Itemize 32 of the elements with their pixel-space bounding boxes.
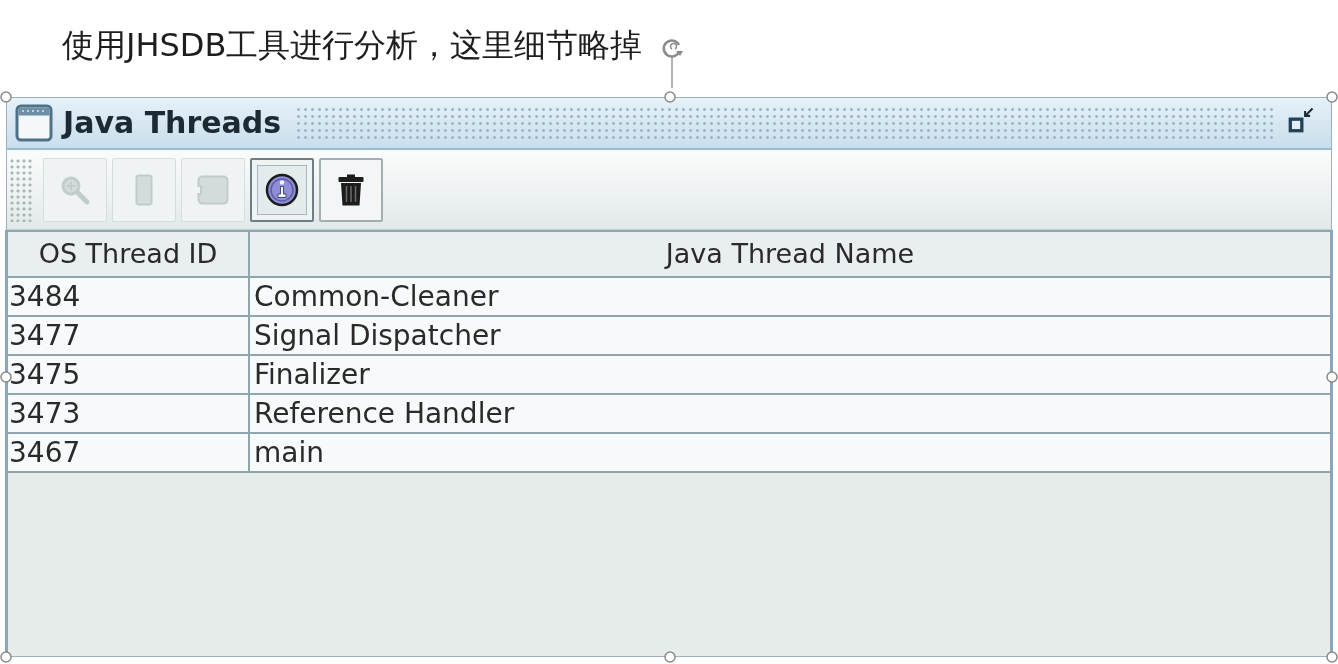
rotate-handle-icon[interactable] [660, 36, 684, 88]
resize-handle-icon[interactable] [664, 91, 676, 103]
resize-handle-icon[interactable] [0, 651, 12, 663]
block-icon [197, 174, 229, 205]
caption-text: 使用JHSDB工具进行分析，这里细节略掉 [62, 25, 643, 66]
trash-icon [338, 173, 364, 206]
panel-icon [135, 173, 153, 206]
window-title: Java Threads [63, 104, 282, 142]
table-cell: 3473 [8, 395, 250, 432]
column-header[interactable]: Java Thread Name [250, 232, 1330, 276]
magnifier-icon [60, 174, 90, 205]
table-cell: 3484 [8, 278, 250, 315]
resize-handle-icon[interactable] [1326, 371, 1338, 383]
toolbar-button[interactable] [319, 157, 383, 222]
table-cell: 3477 [8, 317, 250, 354]
resize-handle-icon[interactable] [1326, 91, 1338, 103]
toolbar-button[interactable] [250, 157, 314, 222]
table-cell: 3467 [8, 434, 250, 471]
table-cell-text: Signal Dispatcher [253, 317, 502, 354]
minimize-icon[interactable] [1287, 106, 1316, 134]
toolbar-grip[interactable] [9, 157, 33, 222]
table-cell-text: main [253, 434, 325, 471]
column-header[interactable]: OS Thread ID [8, 232, 250, 276]
table-cell-text: Reference Handler [253, 395, 516, 432]
table-cell-text: Finalizer [253, 356, 371, 393]
window-icon [15, 104, 53, 142]
resize-handle-icon[interactable] [0, 371, 12, 383]
info-icon [265, 172, 299, 207]
table-cell-text: Common-Cleaner [253, 278, 500, 315]
resize-handle-icon[interactable] [0, 91, 12, 103]
resize-handle-icon[interactable] [1326, 651, 1338, 663]
resize-handle-icon[interactable] [664, 651, 676, 663]
